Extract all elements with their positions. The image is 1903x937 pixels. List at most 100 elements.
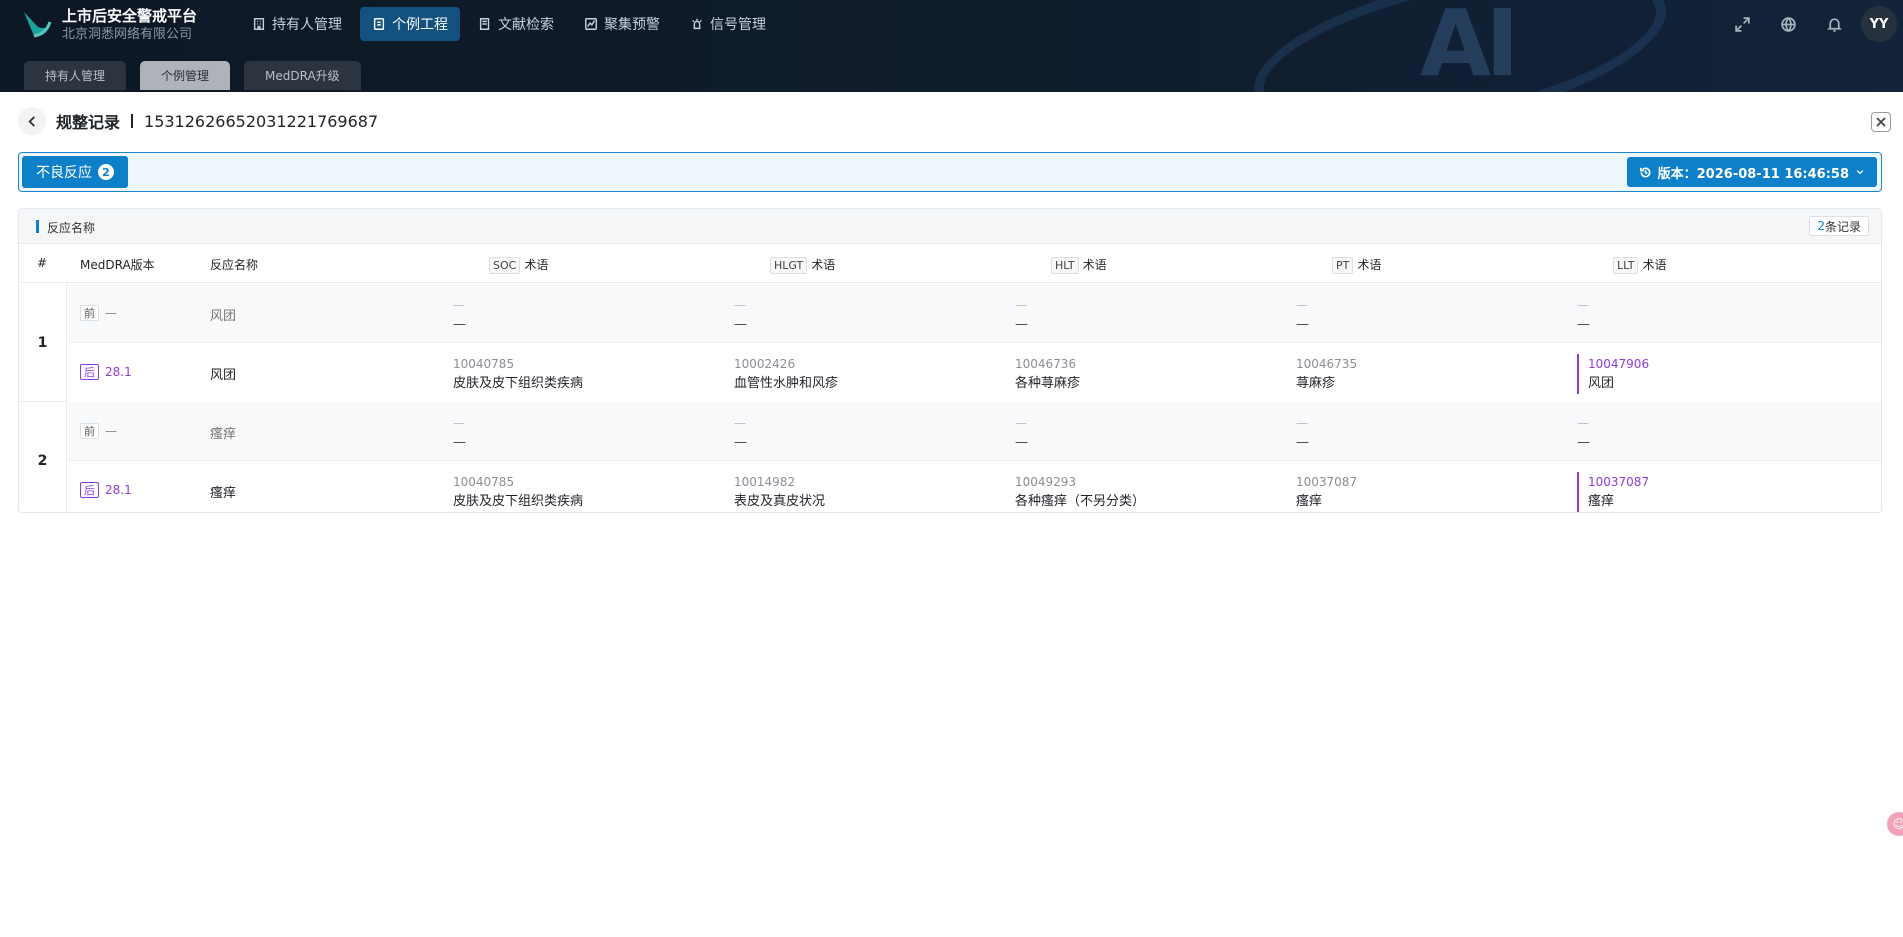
meddra-version: 前 — [80,423,117,439]
nav-literature-search[interactable]: 文献检索 [466,7,566,41]
hlt-term: 10046736 各种荨麻疹 [1015,354,1080,394]
card-title: 反应名称 [47,221,96,235]
after-tag: 后 [80,364,99,380]
chevron-down-icon [1856,170,1864,175]
user-avatar[interactable]: YY [1861,6,1897,42]
llt-name: — [1577,435,1590,450]
subtab-case-management[interactable]: 个例管理 [140,61,231,90]
fullscreen-button[interactable] [1719,6,1765,42]
document-icon [373,18,385,30]
llt-code-tag: LLT [1613,257,1639,274]
reaction-name: 风团 [210,368,237,383]
hlgt-term: 10002426 血管性水肿和风疹 [734,354,838,394]
table-row-before: 前 — 风团 — — — — — — — — — — [68,284,1881,343]
llt-term-label: 术语 [1642,258,1667,272]
pt-term: 10046735 荨麻疹 [1296,354,1357,394]
version-dropdown[interactable]: 版本：2026-08-11 16:46:58 [1626,157,1877,187]
col-llt: LLT 术语 [1613,256,1666,274]
brand: 上市后安全警戒平台 北京洞悉网络有限公司 [62,6,197,44]
building-icon [253,18,265,30]
hlgt-term: — — [734,413,747,453]
pt-name: — [1296,317,1309,332]
back-button[interactable] [18,107,46,135]
hlgt-code: 10002426 [734,357,796,371]
after-tag: 后 [80,482,99,498]
col-hlt: HLT 术语 [1051,256,1107,274]
subtab-meddra-upgrade[interactable]: MedDRA升级 [244,61,361,90]
table-row-before: 前 — 瘙痒 — — — — — — — — — — [68,402,1881,461]
hlgt-name: — [734,317,747,332]
soc-name: 皮肤及皮下组织类疾病 [453,494,584,509]
soc-term: 10040785 皮肤及皮下组织类疾病 [453,354,583,394]
llt-name: — [1577,317,1590,332]
record-count: 2 条记录 [1809,216,1869,236]
llt-code: 10047906 [1588,357,1650,371]
soc-code: 10040785 [453,357,515,371]
count-badge: 2 [98,164,114,180]
title-accent-bar [36,220,39,233]
soc-term-label: 术语 [524,258,549,272]
notifications-button[interactable] [1811,6,1857,42]
hlt-code: — [1015,298,1027,312]
hlgt-code-tag: HLGT [770,257,808,274]
assistant-float-button[interactable]: ☺ [1887,812,1903,836]
soc-term: 10040785 皮肤及皮下组织类疾病 [453,472,583,512]
hlt-name: 各种荨麻疹 [1015,376,1081,391]
llt-code: — [1577,298,1589,312]
col-hlgt: HLGT 术语 [770,256,835,274]
reaction-name: 瘙痒 [210,486,237,501]
row-number: 2 [19,402,67,512]
llt-code: — [1577,416,1589,430]
expand-icon [1734,16,1750,32]
hlt-term: 10049293 各种瘙痒（不另分类） [1015,472,1145,512]
llt-term: 10047906 风团 [1577,354,1649,394]
hlt-name: — [1015,317,1028,332]
meddra-version: 后 28.1 [80,482,132,498]
brand-subtitle: 北京洞悉网络有限公司 [62,27,193,42]
nav-holder-management[interactable]: 持有人管理 [240,7,354,41]
nav-signal-management[interactable]: 信号管理 [678,7,778,41]
hlt-name: 各种瘙痒（不另分类） [1015,494,1146,509]
page-title: 规整记录 [56,113,121,132]
row-number: 1 [19,284,67,402]
meddra-version: 后 28.1 [80,364,132,380]
adverse-reaction-tab[interactable]: 不良反应 2 [22,156,128,188]
reaction-name: 风团 [210,309,237,324]
record-count-number: 2 [1817,219,1825,233]
record-count-suffix: 条记录 [1824,219,1861,234]
pt-term: — — [1296,295,1309,335]
col-number: # [37,256,48,270]
nav-cluster-alert[interactable]: 聚集预警 [572,7,672,41]
version-value: — [105,306,117,320]
table-row-after: 后 28.1 瘙痒 10040785 皮肤及皮下组织类疾病 10014982 表… [68,461,1881,512]
soc-name: — [453,435,466,450]
pt-term: — — [1296,413,1309,453]
globe-icon [1780,16,1796,32]
hlgt-code: — [734,416,746,430]
beacon-icon [692,18,702,30]
hlt-code-tag: HLT [1051,257,1079,274]
table-row-group: 1 前 — 风团 — — — — — — — — — — 后 28.1 风团 1… [19,284,1881,402]
pt-name: 瘙痒 [1296,494,1323,509]
table-row-after: 后 28.1 风团 10040785 皮肤及皮下组织类疾病 10002426 血… [68,343,1881,402]
main-nav: 持有人管理 个例工程 文献检索 聚集预警 信号管理 [240,7,778,41]
top-bar: AI 上市后安全警戒平台 北京洞悉网络有限公司 持有人管理 个例工程 文献检索 … [0,0,1903,92]
soc-code: 10040785 [453,475,515,489]
col-soc: SOC 术语 [489,256,548,274]
pt-code: 10046735 [1296,357,1358,371]
version-label: 版本：2026-08-11 16:46:58 [1657,166,1849,182]
bell-icon [1826,17,1842,32]
hlt-term: — — [1015,413,1028,453]
nav-label: 文献检索 [498,17,554,33]
version-value: 28.1 [105,365,132,379]
language-button[interactable] [1765,6,1811,42]
close-button[interactable] [1871,112,1891,132]
nav-case-engineering[interactable]: 个例工程 [360,7,460,41]
meddra-version: 前 — [80,305,117,321]
table-row-group: 2 前 — 瘙痒 — — — — — — — — — — 后 28.1 瘙痒 1… [19,402,1881,512]
table-header: # MedDRA版本 反应名称 SOC 术语 HLGT 术语 HLT 术语 PT 术语 … [19,244,1881,283]
book-icon [479,18,490,30]
subtab-holder-management[interactable]: 持有人管理 [24,61,127,90]
brand-title: 上市后安全警戒平台 [62,7,198,25]
nav-label: 持有人管理 [272,17,342,33]
